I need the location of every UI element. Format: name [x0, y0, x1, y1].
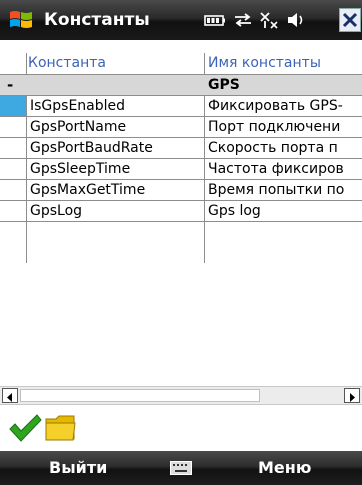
horizontal-scrollbar[interactable]: [0, 386, 362, 405]
sync-arrows-icon[interactable]: [232, 11, 254, 29]
table-row[interactable]: GpsSleepTime Частота фиксиров: [0, 159, 362, 180]
group-row-gps[interactable]: - GPS: [0, 75, 362, 96]
constant-name: Gps log: [208, 203, 261, 219]
table-row[interactable]: GpsLog Gps log: [0, 201, 362, 222]
collapse-toggle[interactable]: -: [7, 75, 13, 95]
checkmark-icon[interactable]: [8, 413, 42, 443]
folder-icon[interactable]: [44, 413, 78, 443]
exit-softkey[interactable]: Выйти: [49, 451, 107, 485]
constant-name: Частота фиксиров: [208, 161, 344, 177]
arrow-right-icon: [350, 393, 355, 402]
title-bar: Константы: [0, 0, 362, 40]
constant-key: GpsPortName: [30, 119, 127, 135]
softkey-bar: Выйти Меню: [0, 451, 362, 485]
table-row[interactable]: GpsMaxGetTime Время попытки по: [0, 180, 362, 201]
table-row[interactable]: GpsPortName Порт подключени: [0, 117, 362, 138]
constant-key: GpsSleepTime: [30, 161, 131, 177]
row-selector[interactable]: [0, 201, 26, 221]
speaker-icon[interactable]: [285, 11, 307, 29]
column-header-key[interactable]: Константа: [28, 53, 106, 74]
table-row[interactable]: IsGpsEnabled Фиксировать GPS-: [0, 96, 362, 117]
close-icon: [342, 12, 358, 28]
arrow-left-icon: [7, 393, 12, 402]
table-row[interactable]: GpsPortBaudRate Скорость порта п: [0, 138, 362, 159]
constant-key: GpsMaxGetTime: [30, 182, 146, 198]
close-button[interactable]: [339, 8, 361, 32]
row-selector[interactable]: [0, 180, 26, 200]
group-label: GPS: [208, 77, 240, 93]
column-header-name[interactable]: Имя константы: [208, 53, 321, 74]
constant-key: GpsPortBaudRate: [30, 140, 153, 156]
scroll-thumb[interactable]: [20, 389, 260, 402]
scroll-left-button[interactable]: [2, 388, 18, 403]
row-selector[interactable]: [0, 138, 26, 158]
windows-flag-icon[interactable]: [8, 7, 34, 33]
menu-softkey[interactable]: Меню: [258, 451, 311, 485]
keyboard-icon[interactable]: [170, 461, 192, 475]
row-selector[interactable]: [0, 117, 26, 137]
row-selector[interactable]: [0, 159, 26, 179]
constant-name: Скорость порта п: [208, 140, 338, 156]
constant-name: Фиксировать GPS-: [208, 98, 343, 114]
constant-key: IsGpsEnabled: [30, 98, 126, 114]
constant-name: Время попытки по: [208, 182, 345, 198]
constants-grid[interactable]: Константа Имя константы - GPS IsGpsEnabl…: [0, 53, 362, 383]
app-title: Константы: [44, 10, 150, 30]
battery-icon[interactable]: [204, 11, 226, 29]
grid-header: Константа Имя константы: [0, 53, 362, 75]
constant-key: GpsLog: [30, 203, 83, 219]
constant-name: Порт подключени: [208, 119, 341, 135]
row-selector[interactable]: [0, 96, 26, 116]
signal-off-icon[interactable]: [259, 11, 281, 29]
scroll-right-button[interactable]: [344, 388, 360, 403]
